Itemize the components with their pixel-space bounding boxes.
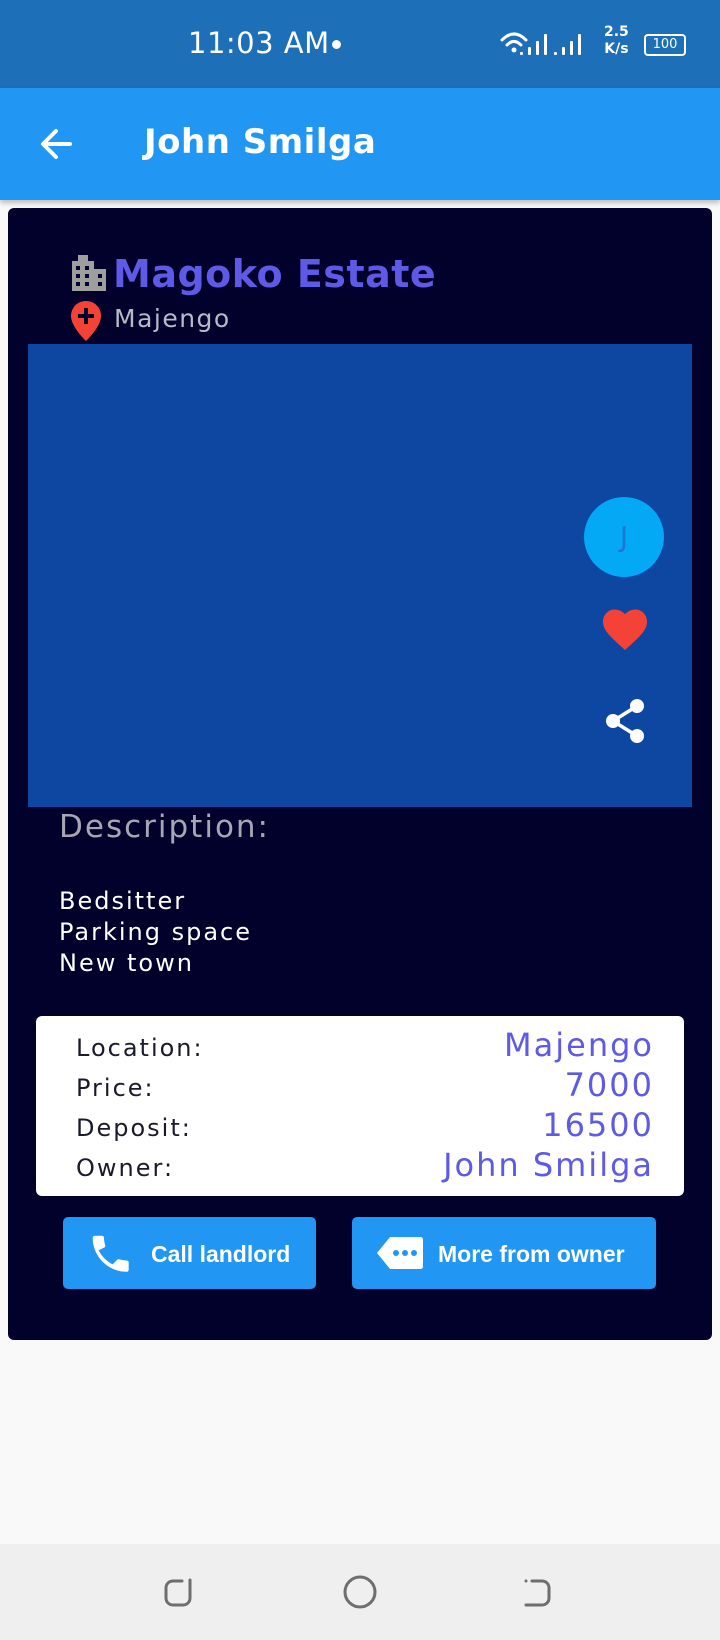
back-nav-button[interactable] bbox=[518, 1572, 558, 1612]
status-bar: 11:03 AM 2.5 K/s 100 bbox=[0, 0, 720, 88]
estate-location: Majengo bbox=[114, 304, 231, 333]
description-text: Bedsitter Parking space New town bbox=[59, 886, 252, 979]
recent-apps-icon bbox=[164, 1578, 192, 1607]
arrow-back-icon bbox=[41, 129, 72, 159]
estate-name: Magoko Estate bbox=[113, 252, 437, 296]
detail-label: Price: bbox=[76, 1074, 155, 1102]
battery-icon: 100 bbox=[644, 34, 686, 56]
detail-row-price: Price: 7000 bbox=[76, 1066, 654, 1106]
status-time: 11:03 AM bbox=[188, 26, 330, 60]
back-button[interactable] bbox=[30, 116, 86, 172]
detail-row-location: Location: Majengo bbox=[76, 1026, 654, 1066]
description-line: New town bbox=[59, 949, 194, 977]
label-more-icon bbox=[377, 1237, 423, 1269]
home-icon bbox=[343, 1575, 377, 1609]
page-title: John Smilga bbox=[144, 122, 377, 162]
detail-label: Deposit: bbox=[76, 1114, 192, 1142]
heart-icon bbox=[603, 609, 647, 650]
notification-dot bbox=[332, 40, 341, 49]
back-icon bbox=[524, 1579, 551, 1607]
description-line: Bedsitter bbox=[59, 887, 187, 915]
description-line: Parking space bbox=[59, 918, 253, 946]
listing-card: Magoko Estate Majengo J Description: Bed… bbox=[8, 208, 712, 1340]
building-icon bbox=[72, 255, 106, 291]
system-nav-bar bbox=[0, 1544, 720, 1640]
recent-apps-button[interactable] bbox=[160, 1572, 200, 1612]
details-box: Location: Majengo Price: 7000 Deposit: 1… bbox=[36, 1016, 684, 1196]
location-pin-icon bbox=[71, 301, 101, 341]
network-speed: 2.5 K/s bbox=[604, 24, 629, 58]
estate-image[interactable] bbox=[28, 344, 692, 807]
detail-value: John Smilga bbox=[443, 1146, 654, 1184]
description-title: Description: bbox=[59, 809, 270, 845]
battery-level: 100 bbox=[652, 37, 678, 52]
detail-row-owner: Owner: John Smilga bbox=[76, 1146, 654, 1186]
more-from-owner-button[interactable]: More from owner bbox=[352, 1217, 656, 1289]
app-bar: John Smilga bbox=[0, 88, 720, 200]
home-button[interactable] bbox=[340, 1572, 380, 1612]
detail-value: Majengo bbox=[504, 1026, 654, 1064]
detail-row-deposit: Deposit: 16500 bbox=[76, 1106, 654, 1146]
detail-label: Location: bbox=[76, 1034, 204, 1062]
network-speed-unit: K/s bbox=[604, 41, 629, 57]
share-icon bbox=[606, 699, 644, 743]
detail-value: 16500 bbox=[542, 1106, 654, 1144]
network-speed-value: 2.5 bbox=[604, 24, 629, 40]
phone-icon bbox=[92, 1235, 129, 1272]
call-landlord-button[interactable]: Call landlord bbox=[63, 1217, 316, 1289]
detail-label: Owner: bbox=[76, 1154, 175, 1182]
favorite-button[interactable] bbox=[602, 608, 648, 652]
owner-avatar[interactable]: J bbox=[584, 497, 664, 577]
detail-value: 7000 bbox=[564, 1066, 654, 1104]
share-button[interactable] bbox=[604, 698, 646, 744]
call-landlord-label: Call landlord bbox=[151, 1241, 291, 1267]
more-from-owner-label: More from owner bbox=[438, 1241, 625, 1267]
